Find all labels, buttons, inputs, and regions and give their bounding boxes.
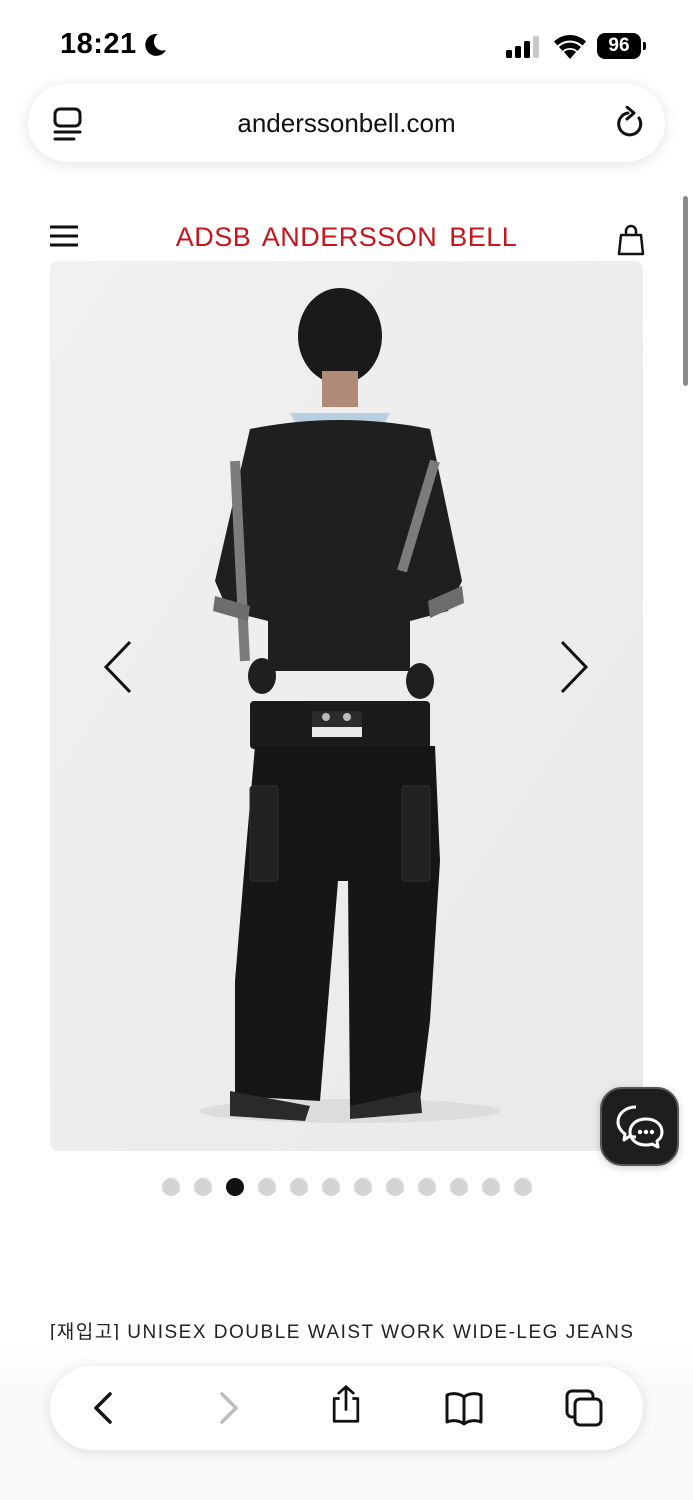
battery-icon: 96 — [597, 33, 647, 59]
back-icon[interactable] — [84, 1388, 124, 1428]
product-image[interactable] — [50, 261, 643, 1151]
chat-bubbles-icon — [616, 1105, 664, 1149]
moon-icon — [145, 33, 166, 56]
pagination-dot[interactable] — [482, 1178, 500, 1196]
forward-icon[interactable] — [208, 1388, 248, 1428]
status-bar: 18:21 96 — [0, 0, 693, 80]
pagination-dot[interactable] — [290, 1178, 308, 1196]
pagination-dot[interactable] — [162, 1178, 180, 1196]
pagination-dot[interactable] — [418, 1178, 436, 1196]
pagination-dot[interactable] — [194, 1178, 212, 1196]
pagination-dot[interactable] — [322, 1178, 340, 1196]
reload-icon[interactable] — [615, 106, 647, 140]
chevron-left-icon[interactable] — [102, 639, 134, 695]
battery-level: 96 — [597, 33, 641, 59]
status-time: 18:21 — [60, 28, 137, 60]
address-bar[interactable]: anderssonbell.com — [28, 84, 665, 162]
pagination-dot[interactable] — [354, 1178, 372, 1196]
bookmarks-icon[interactable] — [444, 1388, 484, 1428]
page-scrollbar[interactable] — [683, 196, 688, 386]
cellular-signal-icon — [506, 36, 539, 58]
product-title[interactable]: [재입고] UNISEX DOUBLE WAIST WORK WIDE-LEG … — [50, 1320, 634, 1340]
wifi-icon — [554, 35, 586, 59]
tabs-icon[interactable] — [564, 1388, 604, 1428]
shopping-bag-icon[interactable] — [617, 224, 645, 256]
chat-button[interactable] — [600, 1087, 679, 1166]
model-photo — [50, 261, 643, 1151]
url-text[interactable]: anderssonbell.com — [28, 108, 665, 139]
pagination-dot[interactable] — [450, 1178, 468, 1196]
pagination-dot[interactable] — [514, 1178, 532, 1196]
chevron-right-icon[interactable] — [558, 639, 590, 695]
browser-toolbar — [50, 1366, 643, 1450]
share-icon[interactable] — [326, 1384, 366, 1424]
pagination-dot[interactable] — [226, 1178, 244, 1196]
brand-logo[interactable]: ADSB ANDERSSON BELL — [0, 222, 693, 253]
pagination-dot[interactable] — [386, 1178, 404, 1196]
pagination-dot[interactable] — [258, 1178, 276, 1196]
